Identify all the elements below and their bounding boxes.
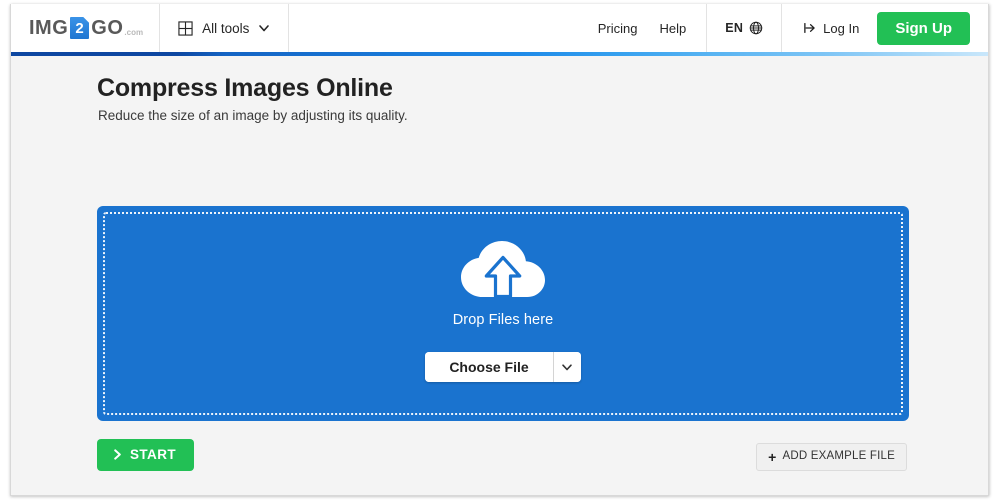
choose-file-control: Choose File <box>425 352 581 382</box>
start-button-label: START <box>130 447 176 462</box>
site-logo[interactable]: IMG 2 GO .com <box>11 4 161 52</box>
logo-text-go: GO <box>91 17 124 39</box>
auth-area: Log In Sign Up <box>782 4 988 52</box>
logo-wordmark: IMG 2 GO .com <box>29 17 143 39</box>
grid-icon <box>178 20 193 36</box>
logo-text-img: IMG <box>29 17 69 39</box>
plus-icon: + <box>768 449 777 465</box>
add-example-file-label: ADD EXAMPLE FILE <box>782 450 895 463</box>
choose-file-dropdown-toggle[interactable] <box>552 352 581 382</box>
language-selector[interactable]: EN <box>706 4 783 52</box>
start-button[interactable]: START <box>97 439 194 471</box>
page-title: Compress Images Online <box>97 74 393 102</box>
site-header: IMG 2 GO .com All tools Pricing Help EN … <box>11 4 988 52</box>
document-icon: 2 <box>70 17 90 39</box>
page-subtitle: Reduce the size of an image by adjusting… <box>98 108 408 123</box>
header-spacer <box>289 4 597 52</box>
chevron-down-icon <box>258 22 270 34</box>
all-tools-label: All tools <box>202 20 250 36</box>
globe-icon <box>749 21 763 35</box>
header-nav: Pricing Help <box>598 4 707 52</box>
browser-page: IMG 2 GO .com All tools Pricing Help EN … <box>10 4 989 496</box>
chevron-down-icon <box>561 361 573 373</box>
logo-text-dotcom: .com <box>124 28 144 37</box>
language-label: EN <box>725 21 744 35</box>
file-dropzone[interactable]: Drop Files here Choose File <box>97 206 909 421</box>
chevron-right-icon <box>112 449 123 460</box>
login-link[interactable]: Log In <box>804 21 859 36</box>
cloud-upload-icon <box>460 240 546 302</box>
logo-badge-number: 2 <box>75 19 85 37</box>
dropzone-inner: Drop Files here Choose File <box>97 206 909 421</box>
login-label: Log In <box>823 20 860 36</box>
nav-link-help[interactable]: Help <box>659 21 686 36</box>
signup-button[interactable]: Sign Up <box>877 11 970 45</box>
login-arrow-icon <box>804 21 818 35</box>
choose-file-button[interactable]: Choose File <box>425 352 553 382</box>
add-example-file-button[interactable]: + ADD EXAMPLE FILE <box>756 443 907 471</box>
dropzone-label: Drop Files here <box>452 312 554 328</box>
nav-link-pricing[interactable]: Pricing <box>598 21 638 36</box>
all-tools-menu[interactable]: All tools <box>160 4 290 52</box>
main-content: Compress Images Online Reduce the size o… <box>11 56 988 495</box>
